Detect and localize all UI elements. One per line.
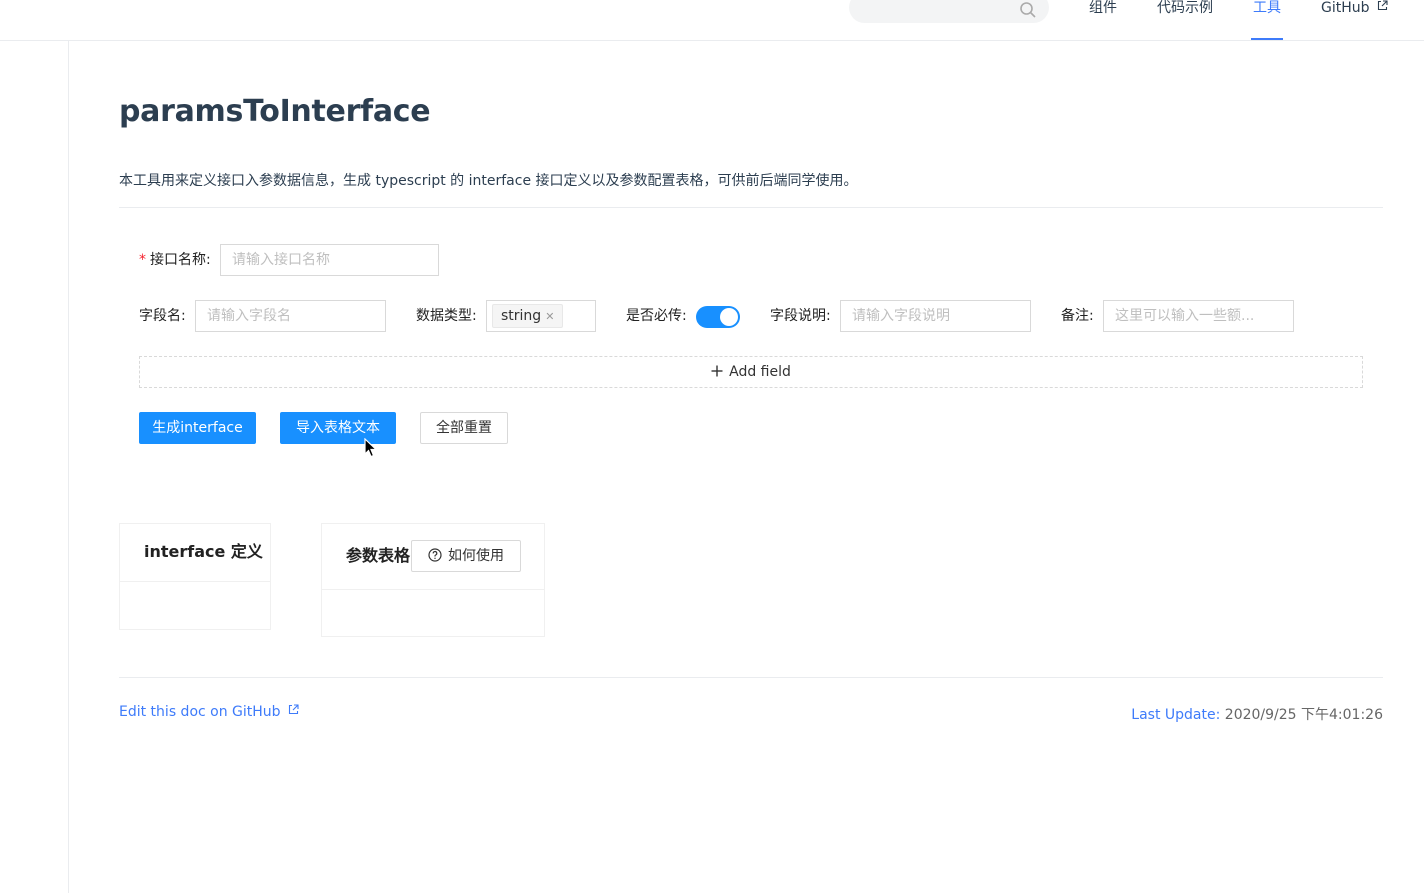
nav-label: GitHub [1321,0,1370,16]
required-toggle[interactable] [696,306,740,328]
data-type-select[interactable]: string ✕ [486,300,596,332]
interface-name-input[interactable]: 请输入接口名称 [220,244,439,276]
remark-input[interactable]: 这里可以输入一些额... [1103,300,1294,332]
required-label: 是否必传: [626,308,687,324]
card-title: 参数表格 [346,546,411,565]
nav-label: 组件 [1089,0,1117,16]
top-navbar: 组件 代码示例 工具 GitHub [0,0,1424,41]
last-update-value: 2020/9/25 下午4:01:26 [1224,707,1383,723]
nav-item-code-examples[interactable]: 代码示例 [1157,0,1213,40]
card-title: interface 定义 [120,524,270,582]
question-circle-icon [428,548,442,562]
search-input[interactable] [849,0,1049,23]
placeholder: 这里可以输入一些额... [1115,308,1255,324]
field-name-label: 字段名: [139,308,186,324]
card-header: 参数表格 如何使用 [322,524,544,590]
nav-item-components[interactable]: 组件 [1089,0,1117,40]
interface-name-label: * 接口名称: [139,244,211,276]
external-link-icon [1377,0,1388,11]
label-text: 接口名称: [150,252,211,268]
add-field-label: Add field [729,364,791,380]
page-title: paramsToInterface [119,94,431,129]
edit-on-github-link[interactable]: Edit this doc on GitHub [119,704,299,720]
add-field-button[interactable]: Add field [139,356,1363,388]
interface-definition-card: interface 定义 [119,523,271,630]
close-icon[interactable]: ✕ [545,310,554,323]
plus-icon [711,365,723,377]
generate-interface-button[interactable]: 生成interface [139,412,256,444]
required-mark: * [139,252,146,268]
search-icon [1020,2,1036,18]
nav-label: 代码示例 [1157,0,1213,16]
nav-label: 工具 [1253,0,1281,16]
how-to-use-label: 如何使用 [448,548,504,564]
params-table-card: 参数表格 如何使用 [321,523,545,637]
field-name-input[interactable]: 请输入字段名 [195,300,386,332]
mouse-cursor-icon [364,438,378,458]
footer-divider [119,677,1383,678]
field-desc-input[interactable]: 请输入字段说明 [840,300,1031,332]
remark-label: 备注: [1061,308,1094,324]
last-update-label: Last Update: [1131,707,1221,723]
placeholder: 请输入字段名 [207,308,291,324]
how-to-use-button[interactable]: 如何使用 [411,540,521,572]
edit-link-text: Edit this doc on GitHub [119,704,281,720]
data-type-tag: string ✕ [492,304,564,328]
divider [119,207,1383,208]
toggle-knob [720,308,738,326]
field-desc-label: 字段说明: [770,308,831,324]
nav-item-github[interactable]: GitHub [1321,0,1388,40]
external-link-icon [288,704,299,715]
placeholder: 请输入接口名称 [232,252,330,268]
reset-all-button[interactable]: 全部重置 [420,412,508,444]
nav-item-tools[interactable]: 工具 [1251,0,1283,40]
import-table-text-button[interactable]: 导入表格文本 [280,412,396,444]
tag-text: string [501,308,542,324]
last-update: Last Update: 2020/9/25 下午4:01:26 [1131,704,1383,724]
page-description: 本工具用来定义接口入参数据信息，生成 typescript 的 interfac… [119,173,858,189]
sidebar [0,41,69,893]
placeholder: 请输入字段说明 [852,308,950,324]
data-type-label: 数据类型: [416,308,477,324]
